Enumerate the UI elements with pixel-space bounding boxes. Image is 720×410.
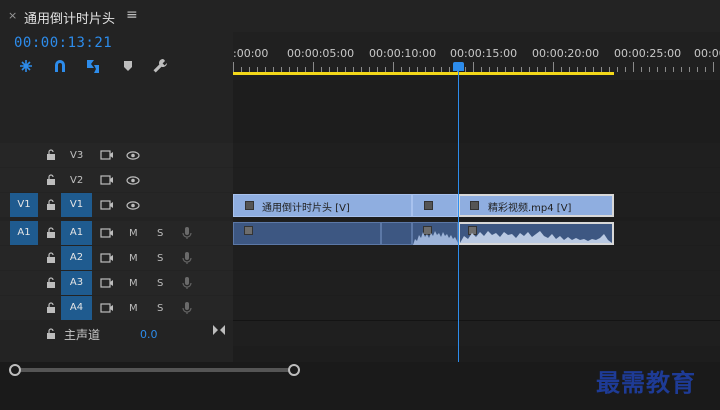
track-target-v2[interactable]: V2	[70, 175, 83, 186]
toggle-track-output-eye-icon[interactable]	[126, 201, 140, 210]
toggle-track-output-eye-icon[interactable]	[126, 176, 140, 185]
sync-lock-icon[interactable]	[100, 175, 114, 185]
track-header-v3	[0, 143, 233, 167]
ruler-ticks	[233, 62, 714, 72]
mute-track-button[interactable]: M	[129, 253, 138, 264]
track-header-v2	[0, 168, 233, 192]
clip-name: 精彩视频.mp4 [V]	[488, 203, 572, 214]
ruler-label: 00:00:15:00	[450, 47, 518, 60]
scrollbar-end-handle[interactable]	[288, 364, 300, 376]
lock-track-icon[interactable]	[46, 149, 56, 160]
track-target-a1[interactable]: A1	[61, 221, 92, 245]
track-header-a2	[0, 246, 233, 270]
master-track-label: 主声道	[64, 328, 101, 342]
add-marker-icon[interactable]	[119, 57, 137, 75]
track-target-a3[interactable]: A3	[61, 271, 92, 295]
master-track-header	[0, 320, 233, 346]
scrollbar-start-handle[interactable]	[9, 364, 21, 376]
track-target-v1[interactable]: V1	[61, 193, 92, 217]
panel-menu-icon[interactable]: ≡	[126, 7, 138, 23]
lock-track-icon[interactable]	[46, 199, 56, 210]
sync-lock-icon[interactable]	[100, 253, 114, 263]
snap-magnet-icon[interactable]	[51, 57, 69, 75]
track-lane-a4[interactable]	[233, 296, 720, 320]
track-lane-v2[interactable]	[233, 168, 720, 192]
sync-lock-icon[interactable]	[100, 200, 114, 210]
solo-track-button[interactable]: S	[157, 278, 163, 289]
sync-lock-icon[interactable]	[100, 150, 114, 160]
master-track-lane[interactable]	[233, 320, 720, 346]
video-clip-countdown[interactable]: 通用倒计时片头 [V]	[233, 194, 412, 217]
audio-clip-countdown-tail[interactable]	[412, 222, 459, 245]
ruler-label: 00:00:20:00	[532, 47, 600, 60]
audio-clip-countdown-2[interactable]	[381, 222, 412, 245]
solo-track-button[interactable]: S	[157, 228, 163, 239]
audio-waveform	[460, 231, 612, 243]
video-clip-highlight[interactable]: 精彩视频.mp4 [V]	[458, 194, 614, 217]
voice-over-record-mic-icon[interactable]	[182, 276, 192, 290]
lock-track-icon[interactable]	[46, 252, 56, 263]
video-clip-countdown-tail[interactable]	[412, 194, 458, 217]
voice-over-record-mic-icon[interactable]	[182, 301, 192, 315]
mute-track-button[interactable]: M	[129, 303, 138, 314]
source-patch-v1[interactable]: V1	[10, 193, 38, 217]
track-header-a3	[0, 271, 233, 295]
mute-track-button[interactable]: M	[129, 278, 138, 289]
playhead-handle[interactable]	[453, 62, 464, 71]
timeline-settings-wrench-icon[interactable]	[151, 57, 169, 75]
track-lane-a3[interactable]	[233, 271, 720, 295]
insert-nested-sequence-icon[interactable]	[17, 57, 35, 75]
lock-track-icon[interactable]	[46, 227, 56, 238]
solo-track-button[interactable]: S	[157, 253, 163, 264]
ruler-label: 00:00:05:00	[287, 47, 355, 60]
voice-over-record-mic-icon[interactable]	[182, 226, 192, 240]
sequence-tab-title[interactable]: 通用倒计时片头	[24, 8, 115, 27]
solo-track-button[interactable]: S	[157, 303, 163, 314]
fx-badge-icon	[244, 226, 253, 235]
audio-waveform	[413, 231, 459, 245]
lock-track-icon[interactable]	[46, 328, 56, 339]
track-target-a2[interactable]: A2	[61, 246, 92, 270]
track-header-a4	[0, 296, 233, 320]
voice-over-record-mic-icon[interactable]	[182, 251, 192, 265]
lock-track-icon[interactable]	[46, 174, 56, 185]
sync-lock-icon[interactable]	[100, 228, 114, 238]
work-area-bar[interactable]	[233, 72, 614, 75]
watermark-logo: 最需教育	[596, 368, 696, 397]
toggle-track-output-eye-icon[interactable]	[126, 151, 140, 160]
lock-track-icon[interactable]	[46, 277, 56, 288]
ruler-label: 00:00	[694, 47, 720, 60]
track-lane-v3[interactable]	[233, 143, 720, 167]
lock-track-icon[interactable]	[46, 302, 56, 313]
playhead-line[interactable]	[458, 71, 459, 363]
sync-lock-icon[interactable]	[100, 303, 114, 313]
go-to-next-edit-point-icon[interactable]	[213, 325, 225, 335]
ruler-label: 00:00:25:00	[614, 47, 682, 60]
source-patch-a1[interactable]: A1	[10, 221, 38, 245]
mute-track-button[interactable]: M	[129, 228, 138, 239]
sync-lock-icon[interactable]	[100, 278, 114, 288]
playhead-timecode[interactable]: 00:00:13:21	[14, 35, 112, 51]
clip-name: 通用倒计时片头 [V]	[262, 203, 350, 214]
audio-clip-countdown[interactable]	[233, 222, 381, 245]
audio-clip-highlight[interactable]	[458, 222, 614, 245]
ruler-label: :00:00	[233, 47, 269, 60]
ruler-label: 00:00:10:00	[369, 47, 437, 60]
track-target-a4[interactable]: A4	[61, 296, 92, 320]
close-tab-icon[interactable]: ×	[8, 9, 17, 22]
fx-badge-icon	[245, 201, 254, 210]
track-lane-a2[interactable]	[233, 246, 720, 270]
linked-selection-icon[interactable]	[84, 57, 102, 75]
fx-badge-icon	[470, 201, 479, 210]
horizontal-zoom-scrollbar[interactable]	[14, 368, 296, 372]
master-volume-value[interactable]: 0.0	[140, 328, 158, 341]
track-target-v3[interactable]: V3	[70, 150, 83, 161]
fx-badge-icon	[424, 201, 433, 210]
